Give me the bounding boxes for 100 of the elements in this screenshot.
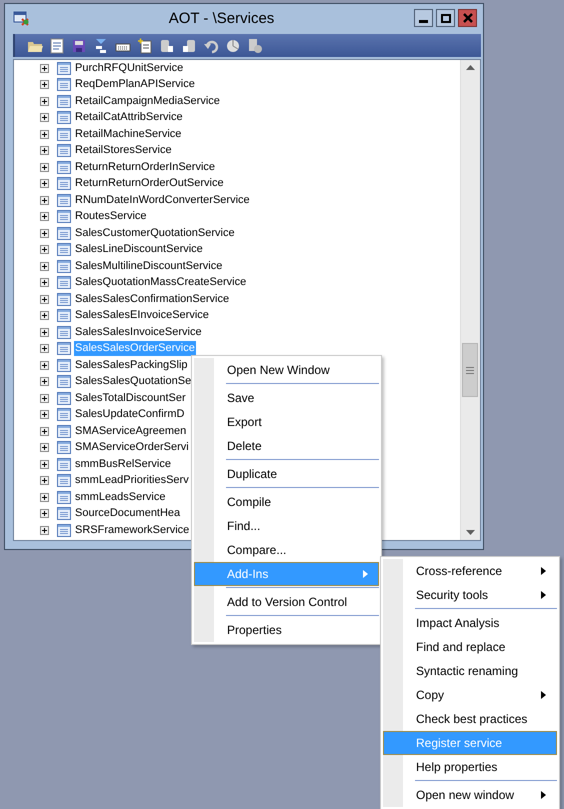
menu-item[interactable]: Syntactic renaming: [383, 659, 557, 683]
tree-item[interactable]: smmLeadPrioritiesServ: [74, 473, 190, 488]
tree-item[interactable]: PurchRFQUnitService: [74, 60, 184, 76]
tree-item[interactable]: SalesSalesQuotationSe: [74, 374, 192, 390]
form-icon[interactable]: [49, 38, 65, 54]
new-document-icon[interactable]: [137, 38, 153, 54]
expand-icon[interactable]: [40, 113, 49, 122]
tree-item[interactable]: RoutesService: [74, 209, 148, 224]
tree-item[interactable]: SMAServiceAgreemen: [74, 424, 188, 439]
tree-item[interactable]: SalesSalesPackingSlip: [74, 358, 189, 373]
undo-icon[interactable]: [203, 38, 219, 54]
table-icon: [57, 424, 71, 438]
expand-icon[interactable]: [40, 476, 49, 486]
tree-item[interactable]: RNumDateInWordConverterService: [74, 192, 251, 208]
expand-icon[interactable]: [40, 162, 49, 172]
menu-item[interactable]: Export: [194, 410, 379, 434]
expand-icon[interactable]: [40, 460, 49, 469]
expand-icon[interactable]: [40, 410, 49, 420]
expand-icon[interactable]: [40, 492, 49, 502]
table-icon: [57, 524, 71, 537]
submenu-arrow-icon: [541, 567, 546, 575]
tree-item[interactable]: ReturnReturnOrderInService: [74, 160, 216, 175]
expand-icon[interactable]: [40, 146, 49, 156]
table-icon: [57, 309, 71, 322]
tree-item[interactable]: RetailMachineService: [74, 126, 182, 142]
expand-icon[interactable]: [40, 344, 49, 354]
menu-item[interactable]: Open new window: [383, 783, 557, 807]
tree-item[interactable]: SalesSalesEInvoiceService: [74, 308, 210, 324]
scrollbar-thumb[interactable]: [462, 343, 478, 397]
table-icon: [57, 62, 71, 75]
tree-item[interactable]: SalesSalesInvoiceService: [74, 324, 203, 340]
expand-icon[interactable]: [40, 64, 49, 73]
tree-item[interactable]: smmBusRelService: [74, 456, 172, 472]
expand-icon[interactable]: [40, 294, 49, 304]
save-icon[interactable]: [71, 38, 87, 54]
menu-item[interactable]: Find and replace: [383, 635, 557, 659]
menu-item[interactable]: Cross-reference: [383, 559, 557, 583]
menu-item[interactable]: Help properties: [383, 755, 557, 779]
tree-item[interactable]: SalesCustomerQuotationService: [74, 226, 236, 241]
menu-item[interactable]: Add to Version Control: [194, 590, 379, 614]
menu-item[interactable]: Open New Window: [194, 358, 379, 382]
menu-item[interactable]: Impact Analysis: [383, 611, 557, 635]
expand-icon[interactable]: [40, 96, 49, 106]
expand-icon[interactable]: [40, 278, 49, 288]
tree-item[interactable]: SRSFrameworkService: [74, 522, 190, 538]
tree-item[interactable]: SourceDocumentHea: [74, 506, 182, 522]
maximize-button[interactable]: [436, 9, 455, 27]
menu-item[interactable]: Compare...: [194, 538, 379, 562]
expand-icon[interactable]: [40, 328, 49, 337]
table-icon: [57, 210, 71, 224]
expand-icon[interactable]: [40, 426, 49, 436]
filter-icon[interactable]: [93, 38, 109, 54]
expand-icon[interactable]: [40, 179, 49, 188]
expand-icon[interactable]: [40, 443, 49, 452]
minimize-icon: [419, 20, 428, 22]
tree-item[interactable]: SalesQuotationMassCreateService: [74, 275, 248, 290]
expand-icon[interactable]: [40, 394, 49, 403]
menu-item[interactable]: Properties: [194, 618, 379, 642]
scroll-down-icon[interactable]: [466, 530, 475, 535]
scroll-up-icon[interactable]: [466, 65, 475, 70]
tree-item[interactable]: RetailCatAttribService: [74, 110, 184, 126]
tree-item[interactable]: ReturnReturnOrderOutService: [74, 176, 225, 192]
menu-item[interactable]: Delete: [194, 434, 379, 458]
tree-item[interactable]: SalesTotalDiscountSer: [74, 390, 187, 406]
tree-item[interactable]: ReqDemPlanAPIService: [74, 77, 196, 92]
expand-icon[interactable]: [40, 196, 49, 205]
submenu-arrow-icon: [541, 591, 546, 599]
tree-item[interactable]: SalesSalesConfirmationService: [74, 292, 230, 307]
expand-icon[interactable]: [40, 212, 49, 222]
expand-icon[interactable]: [40, 245, 49, 254]
table-icon: [57, 260, 71, 273]
menu-item[interactable]: Check best practices: [383, 707, 557, 731]
pie-chart-icon[interactable]: [225, 38, 241, 54]
minimize-button[interactable]: [414, 9, 433, 27]
menu-item[interactable]: Duplicate: [194, 462, 379, 486]
expand-icon[interactable]: [40, 360, 49, 370]
scrollbar[interactable]: [460, 60, 480, 540]
tree-item[interactable]: RetailCampaignMediaService: [74, 94, 221, 109]
expand-icon[interactable]: [40, 509, 49, 518]
expand-icon[interactable]: [40, 262, 49, 271]
expand-icon[interactable]: [40, 80, 49, 90]
menu-item[interactable]: Security tools: [383, 583, 557, 607]
expand-icon[interactable]: [40, 228, 49, 238]
table-icon: [57, 94, 71, 108]
expand-icon[interactable]: [40, 526, 49, 535]
menu-item[interactable]: Find...: [194, 514, 379, 538]
menu-item[interactable]: Save: [194, 386, 379, 410]
tree-item[interactable]: SalesLineDiscountService: [74, 242, 204, 258]
tree-item[interactable]: SMAServiceOrderServi: [74, 440, 190, 456]
close-button[interactable]: [458, 9, 477, 27]
menu-item[interactable]: Compile: [194, 490, 379, 514]
expand-icon[interactable]: [40, 311, 49, 320]
tree-item[interactable]: smmLeadsService: [74, 490, 166, 505]
submenu-arrow-icon: [363, 570, 368, 578]
tree-item[interactable]: SalesUpdateConfirmD: [74, 407, 186, 422]
tree-item[interactable]: RetailStoresService: [74, 143, 173, 158]
expand-icon[interactable]: [40, 130, 49, 139]
expand-icon[interactable]: [40, 377, 49, 386]
menu-item[interactable]: Copy: [383, 683, 557, 707]
tree-item[interactable]: SalesMultilineDiscountService: [74, 258, 224, 274]
